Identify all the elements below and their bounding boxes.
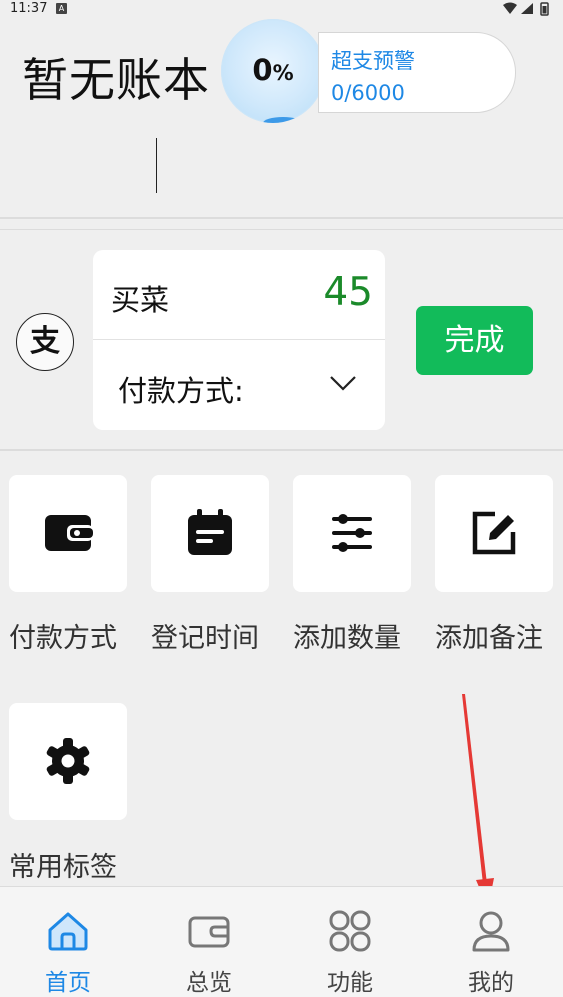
progress-wave [263,117,303,123]
tile-label-common-tags: 常用标签 [9,852,117,883]
tile-add-quantity[interactable] [293,475,411,592]
chevron-down-icon[interactable] [329,374,357,392]
divider [0,217,563,219]
budget-progress-bubble[interactable]: 0% [221,19,325,123]
entry-amount[interactable]: 45 [323,270,373,315]
nav-label-functions: 功能 [327,970,373,996]
home-icon [48,912,88,951]
divider [0,229,563,230]
expense-type-toggle[interactable]: 支 [16,313,74,371]
tile-label-add-note: 添加备注 [435,623,543,654]
nav-label-overview: 总览 [186,970,232,996]
nav-label-home: 首页 [45,970,91,996]
tile-label-add-quantity: 添加数量 [293,623,401,654]
done-button[interactable]: 完成 [416,306,533,375]
progress-percent: 0% [252,53,294,87]
grid-icon [329,910,371,952]
tile-label-payment-method: 付款方式 [9,623,117,654]
tile-payment-method[interactable] [9,475,127,592]
entry-card: 买菜 45 付款方式: [93,250,385,430]
tile-record-time[interactable] [151,475,269,592]
nav-item-functions[interactable]: 功能 [280,887,420,997]
nav-label-mine: 我的 [468,970,514,996]
annotation-arrow-icon [462,694,494,908]
entry-divider [93,339,385,340]
text-cursor [156,138,157,193]
tile-label-record-time: 登记时间 [151,623,259,654]
divider [0,449,563,451]
status-time: 11:37 [10,1,48,16]
wallet-icon [45,515,93,551]
budget-warning-value: 0/6000 [331,81,405,105]
sliders-icon [332,514,372,552]
wallet-outline-icon [188,916,230,948]
person-icon [472,911,510,952]
nav-item-overview[interactable]: 总览 [139,887,279,997]
gear-icon [46,738,90,784]
budget-warning-card[interactable]: 超支预警 0/6000 [318,32,516,113]
book-title[interactable]: 暂无账本 [22,44,210,110]
tile-common-tags[interactable] [9,703,127,820]
payment-method-label[interactable]: 付款方式: [118,368,244,410]
edit-note-icon [472,511,516,555]
calendar-icon [188,509,232,555]
wifi-icon [503,2,517,14]
nav-item-mine[interactable]: 我的 [421,887,561,997]
bottom-nav: 首页 总览 功能 我的 [0,886,563,997]
status-icons [503,2,549,16]
signal-icon [521,3,533,14]
nav-item-home[interactable]: 首页 [0,887,138,997]
tile-add-note[interactable] [435,475,553,592]
status-bar: 11:37 A [0,0,563,20]
entry-item-name[interactable]: 买菜 [111,277,169,319]
notification-badge-icon: A [56,3,67,14]
budget-warning-label: 超支预警 [331,49,415,73]
